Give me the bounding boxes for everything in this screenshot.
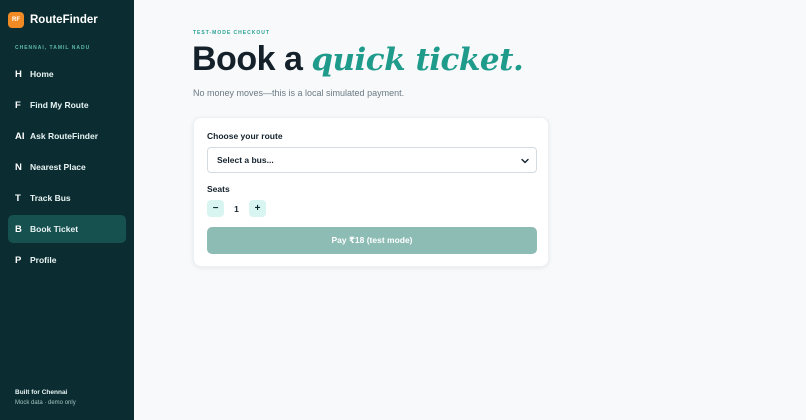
sidebar-item-label: Profile [30, 255, 57, 265]
ask-key-icon: AI [15, 130, 25, 142]
sidebar-item-find-my-route[interactable]: F Find My Route [8, 91, 126, 119]
brand-name: RouteFinder [30, 14, 98, 26]
sidebar-item-label: Home [30, 69, 54, 79]
sidebar-item-book-ticket[interactable]: B Book Ticket [8, 215, 126, 243]
home-key-icon: H [15, 68, 22, 80]
route-select[interactable]: Select a bus... [207, 147, 537, 173]
page-title-accent: quick ticket. [311, 42, 524, 78]
footer-title: Built for Chennai [15, 389, 68, 396]
seats-stepper: − 1 + [207, 200, 266, 217]
sidebar-footer: Built for Chennai Mock data · demo only [15, 389, 76, 406]
sidebar-item-profile[interactable]: P Profile [8, 246, 126, 274]
pay-button[interactable]: Pay ₹18 (test mode) [207, 227, 537, 254]
sidebar-nav: H Home F Find My Route AI Ask RouteFinde… [8, 60, 126, 277]
brand-logo-icon: RF [8, 12, 24, 28]
main-content: TEST-MODE CHECKOUT Book a quick ticket. … [134, 0, 806, 420]
route-label: Choose your route [207, 131, 283, 141]
chevron-down-icon [521, 158, 529, 164]
nearest-key-icon: N [15, 161, 22, 173]
brand[interactable]: RF RouteFinder [8, 12, 98, 28]
sidebar-item-home[interactable]: H Home [8, 60, 126, 88]
seats-label: Seats [207, 184, 230, 194]
sidebar-item-label: Track Bus [30, 193, 71, 203]
city-label: CHENNAI, TAMIL NADU [15, 45, 91, 51]
sidebar-item-nearest-place[interactable]: N Nearest Place [8, 153, 126, 181]
profile-key-icon: P [15, 254, 22, 266]
sidebar: RF RouteFinder CHENNAI, TAMIL NADU H Hom… [0, 0, 134, 420]
sidebar-item-ask-routefinder[interactable]: AI Ask RouteFinder [8, 122, 126, 150]
page-title-main: Book a [192, 40, 312, 78]
sidebar-item-track-bus[interactable]: T Track Bus [8, 184, 126, 212]
checkout-card: Choose your route Select a bus... Seats … [193, 117, 549, 267]
footer-subtitle: Mock data · demo only [15, 400, 76, 406]
book-key-icon: B [15, 223, 22, 235]
page-subtitle: No money moves—this is a local simulated… [193, 88, 405, 98]
track-key-icon: T [15, 192, 21, 204]
decrement-seats-button[interactable]: − [207, 200, 224, 217]
seats-value: 1 [234, 203, 239, 214]
sidebar-item-label: Book Ticket [30, 224, 79, 234]
route-select-value: Select a bus... [217, 155, 274, 165]
sidebar-item-label: Find My Route [30, 100, 89, 110]
find-route-key-icon: F [15, 99, 21, 111]
page-eyebrow: TEST-MODE CHECKOUT [193, 30, 270, 36]
sidebar-item-label: Nearest Place [30, 162, 86, 172]
page-title: Book a quick ticket. [192, 40, 524, 79]
increment-seats-button[interactable]: + [249, 200, 266, 217]
sidebar-item-label: Ask RouteFinder [30, 131, 99, 141]
